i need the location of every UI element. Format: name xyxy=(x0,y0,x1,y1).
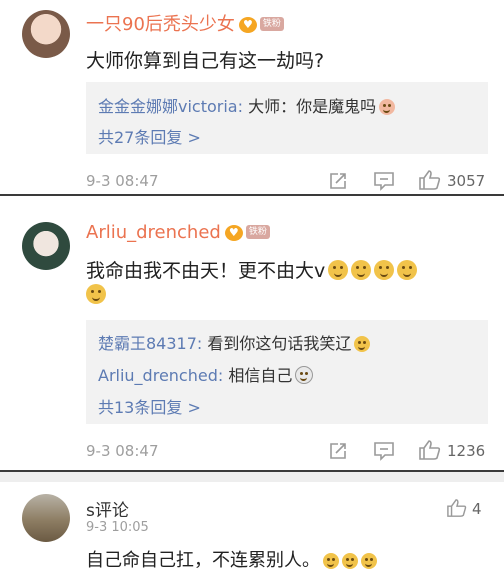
avatar[interactable] xyxy=(22,222,70,270)
timestamp: 9-3 08:47 xyxy=(86,442,159,460)
reply-item[interactable]: Arliu_drenched: 相信自己 xyxy=(98,362,314,386)
fan-badge: 铁粉 xyxy=(245,225,270,239)
comment-text: 自己命自己扛，不连累别人。 xyxy=(86,546,377,572)
doge-emoji-icon xyxy=(351,260,372,280)
emoji-icon xyxy=(295,366,314,384)
timestamp: 9-3 08:47 xyxy=(86,172,159,190)
doge-emoji-icon xyxy=(361,553,377,569)
reply-text: 大师：你是魔鬼吗 xyxy=(243,97,377,116)
timestamp: 9-3 10:05 xyxy=(86,520,149,535)
reply-item[interactable]: 楚霸王84317: 看到你这句话我笑辽 xyxy=(98,330,371,354)
more-replies-link[interactable]: 共13条回复 > xyxy=(98,394,201,418)
laugh-emoji-icon xyxy=(354,336,371,352)
doge-emoji-icon xyxy=(342,553,358,569)
divider xyxy=(0,194,504,196)
reply-text: 相信自己 xyxy=(223,366,293,385)
like-icon[interactable] xyxy=(418,439,442,461)
username[interactable]: s评论 xyxy=(86,496,129,521)
section-gap xyxy=(0,472,504,482)
doge-emoji-icon xyxy=(374,260,395,280)
share-icon[interactable] xyxy=(328,171,348,191)
reply-username[interactable]: 楚霸王84317: xyxy=(98,334,202,353)
avatar[interactable] xyxy=(22,10,70,58)
doge-emoji-icon xyxy=(323,553,339,569)
more-replies-link[interactable]: 共27条回复 > xyxy=(98,124,201,148)
like-icon[interactable] xyxy=(446,498,468,518)
avatar[interactable] xyxy=(22,494,70,542)
like-count: 3057 xyxy=(447,172,486,190)
reply-username[interactable]: 金金金娜娜victoria: xyxy=(98,97,243,116)
comment-text-line2 xyxy=(86,284,106,306)
emoji-icon xyxy=(379,99,396,115)
username[interactable]: 一只90后秃头少女 ♥ 铁粉 xyxy=(86,10,284,36)
like-count: 4 xyxy=(472,500,482,518)
vip-icon: ♥ xyxy=(238,17,257,33)
like-icon[interactable] xyxy=(418,169,442,191)
comment-icon[interactable] xyxy=(373,441,395,461)
reply-text: 看到你这句话我笑辽 xyxy=(202,334,352,353)
doge-emoji-icon xyxy=(397,260,418,280)
like-count: 1236 xyxy=(447,442,486,460)
username[interactable]: Arliu_drenched ♥ 铁粉 xyxy=(86,222,270,243)
reply-username[interactable]: Arliu_drenched: xyxy=(98,366,223,385)
vip-icon: ♥ xyxy=(224,225,243,241)
reply-item[interactable]: 金金金娜娜victoria: 大师：你是魔鬼吗 xyxy=(98,93,396,117)
comment-text: 我命由我不由天！更不由大v xyxy=(86,256,418,283)
doge-emoji-icon xyxy=(328,260,349,280)
comment-text: 大师你算到自己有这一劫吗? xyxy=(86,50,325,72)
share-icon[interactable] xyxy=(328,441,348,461)
fan-badge: 铁粉 xyxy=(259,17,284,31)
doge-emoji-icon xyxy=(86,284,106,304)
comment-icon[interactable] xyxy=(373,171,395,191)
